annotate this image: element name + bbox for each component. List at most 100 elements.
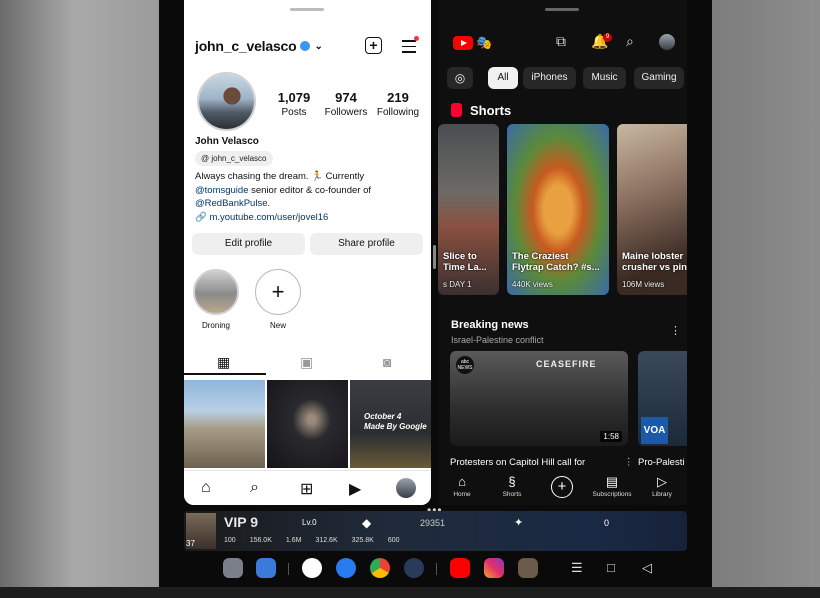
- threads-icon: @: [201, 154, 212, 163]
- notification-badge: 9: [603, 33, 612, 42]
- bottom-nav: ⌂ ⌕ ⊞ ▶: [184, 470, 431, 505]
- chrome-app-icon[interactable]: [370, 558, 390, 578]
- short-card[interactable]: Maine lobster crusher vs pin 106M views: [617, 124, 687, 295]
- files-app-icon[interactable]: [256, 558, 276, 578]
- youtube-window: 🎭 ⧉ 🔔 9 ⌕ ◎ All iPhones Music Gaming Sho…: [438, 0, 687, 505]
- level-tag: Lv.0: [302, 518, 317, 527]
- abc-news-logo: abc NEWS: [456, 356, 474, 374]
- notification-dot: [414, 36, 419, 41]
- news-video-card[interactable]: VOA: [638, 351, 687, 446]
- grid-overlay-text: October 4 Made By Google: [364, 412, 427, 431]
- youtube-app-icon[interactable]: [450, 558, 470, 578]
- grid-tab-icon[interactable]: ▦: [217, 354, 230, 371]
- edit-profile-button[interactable]: Edit profile: [192, 233, 305, 255]
- youtube-logo-icon[interactable]: [453, 36, 473, 50]
- voa-logo: VOA: [641, 417, 668, 444]
- chip-iphones[interactable]: iPhones: [523, 67, 576, 89]
- news-caption[interactable]: Pro-Palesti: [638, 457, 684, 468]
- back-icon[interactable]: ◁: [642, 560, 652, 576]
- nav-library[interactable]: ▷ Library: [642, 474, 682, 499]
- player-level: 37: [186, 539, 195, 548]
- reels-icon[interactable]: ▶: [349, 479, 361, 499]
- mention-tomsguide[interactable]: @tomsguide: [195, 185, 248, 196]
- account-avatar[interactable]: [659, 34, 675, 50]
- search-icon[interactable]: ⌕: [250, 479, 259, 497]
- profile-nav-avatar[interactable]: [396, 478, 416, 498]
- nav-shorts[interactable]: § Shorts: [492, 475, 532, 499]
- nav-create[interactable]: +: [542, 475, 582, 498]
- search-icon[interactable]: ⌕: [626, 33, 634, 50]
- story-label: Droning: [201, 321, 230, 330]
- profile-tabs: ▦ ▣ ◙: [184, 350, 431, 374]
- nav-subscriptions[interactable]: ▤ Subscriptions: [592, 474, 632, 499]
- breaking-news-title: Breaking news: [451, 319, 529, 331]
- messages-app-icon[interactable]: [336, 558, 356, 578]
- share-profile-button[interactable]: Share profile: [310, 233, 423, 255]
- news-overlay-text: CEASEFIRE: [536, 359, 597, 369]
- game-overlay-banner[interactable]: 37 VIP 9 Lv.0 ◆ 29351 ✦ 0 100 156.0K 1.6…: [184, 511, 687, 551]
- phone-app-icon[interactable]: [302, 558, 322, 578]
- drag-handle[interactable]: [545, 8, 579, 11]
- following-stat[interactable]: 219 Following: [374, 90, 422, 118]
- doodle-icon: 🎭: [476, 35, 493, 50]
- chip-gaming[interactable]: Gaming: [634, 67, 684, 89]
- followers-stat[interactable]: 974 Followers: [321, 90, 371, 118]
- more-options-icon[interactable]: ⋮: [670, 324, 681, 337]
- chip-all[interactable]: All: [488, 67, 518, 89]
- username: john_c_velasco: [195, 38, 297, 54]
- resource-stats: 100 156.0K 1.6M 312.6K 325.8K 600: [224, 537, 400, 544]
- short-card[interactable]: Slice to Time La... s DAY 1: [438, 124, 499, 295]
- split-screen-divider[interactable]: [433, 245, 436, 269]
- create-post-icon[interactable]: +: [365, 37, 382, 54]
- cast-icon[interactable]: ⧉: [556, 33, 566, 50]
- instagram-app-icon[interactable]: [484, 558, 504, 578]
- camera-app-icon[interactable]: [404, 558, 424, 578]
- bottom-bar: [0, 587, 820, 598]
- dock-separator: [288, 563, 289, 575]
- explore-icon[interactable]: ◎: [447, 67, 473, 89]
- grid-post[interactable]: [184, 380, 265, 468]
- story-highlight-droning[interactable]: [193, 269, 239, 315]
- recents-icon[interactable]: ☰: [571, 560, 583, 576]
- grid-post[interactable]: [267, 380, 348, 468]
- home-button-icon[interactable]: □: [607, 560, 615, 575]
- reels-tab-icon[interactable]: ▣: [300, 354, 313, 371]
- display-name: John Velasco: [195, 136, 259, 147]
- tagged-tab-icon[interactable]: ◙: [383, 354, 391, 370]
- create-icon[interactable]: ⊞: [300, 479, 313, 499]
- library-icon: ▷: [657, 474, 667, 489]
- chip-music[interactable]: Music: [583, 67, 626, 89]
- nav-home[interactable]: ⌂ Home: [442, 474, 482, 499]
- instagram-window: john_c_velasco ⌄ + 1,079 Posts 974 Follo…: [184, 0, 431, 505]
- bio-link[interactable]: m.youtube.com/user/jovel16: [209, 212, 328, 223]
- news-video-card[interactable]: abc NEWS CEASEFIRE 1:58: [450, 351, 628, 446]
- home-icon: ⌂: [458, 474, 466, 489]
- taskbar: ☰ □ ◁: [159, 553, 712, 587]
- bio: Always chasing the dream. 🏃 Currently @t…: [195, 171, 371, 223]
- username-dropdown[interactable]: john_c_velasco ⌄: [195, 38, 323, 54]
- counter: 0: [604, 518, 610, 528]
- grid-post[interactable]: October 4 Made By Google: [350, 380, 431, 468]
- home-icon[interactable]: ⌂: [201, 479, 211, 497]
- news-caption[interactable]: Protesters on Capitol Hill call for: [450, 457, 585, 468]
- active-tab-indicator: [184, 373, 266, 375]
- mention-redbankpulse[interactable]: @RedBankPulse: [195, 198, 268, 209]
- posts-stat[interactable]: 1,079 Posts: [276, 90, 312, 118]
- menu-icon[interactable]: [402, 40, 416, 57]
- chevron-down-icon: ⌄: [314, 40, 323, 52]
- new-story-button[interactable]: +: [255, 269, 301, 315]
- dock-separator: [436, 563, 437, 575]
- shorts-header: Shorts: [470, 103, 512, 118]
- shorts-logo-icon: [451, 103, 462, 117]
- apps-grid-icon[interactable]: [223, 558, 243, 578]
- gem-icon: ✦: [514, 517, 524, 529]
- profile-avatar[interactable]: [197, 72, 256, 131]
- subscriptions-icon: ▤: [605, 474, 619, 489]
- drag-handle[interactable]: [290, 8, 324, 11]
- more-options-icon[interactable]: ⋮: [624, 457, 634, 468]
- link-icon: 🔗: [195, 211, 210, 223]
- game-app-icon[interactable]: [518, 558, 538, 578]
- threads-badge[interactable]: @ john_c_velasco: [195, 151, 273, 166]
- short-card[interactable]: The Craziest Flytrap Catch? #s... 440K v…: [507, 124, 609, 295]
- score: 29351: [420, 518, 446, 528]
